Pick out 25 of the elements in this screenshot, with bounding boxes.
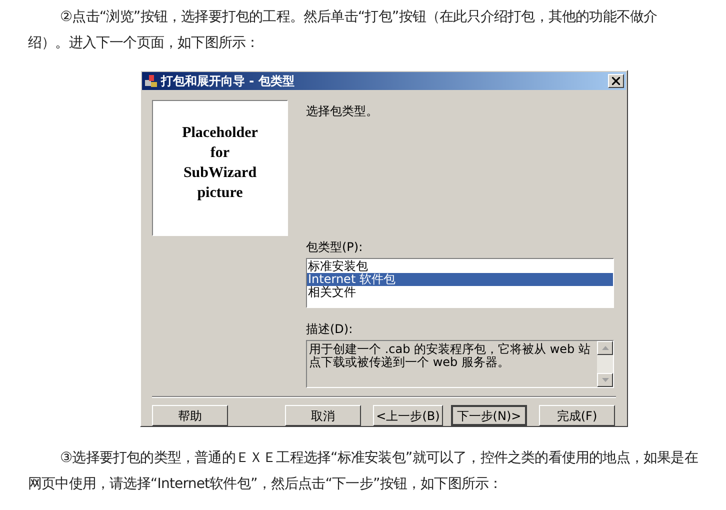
instruction-paragraph: ②点击“浏览”按钮，选择要打包的工程。然后单击“打包”按钮（在此只介绍打包，其他的功能不做介 绍）。进入下一个页面，如下图所示： [27, 8, 658, 53]
window-title: 打包和展开向导 - 包类型 [161, 73, 294, 90]
placeholder-text: picture [197, 184, 243, 203]
list-item[interactable]: Internet 软件包 [307, 273, 613, 286]
instruction-paragraph: ③选择要打包的类型，普通的ＥＸＥ工程选择“标准安装包”就可以了，控件之类的看使用的地点，如果是在 网页中使用，请选择“Internet软件包”，然后点击“下一步”按钮，如下图所示： [27, 449, 699, 494]
close-icon [612, 77, 620, 85]
description-label: 描述(D): [306, 321, 354, 338]
dialog-button[interactable]: 取消 [285, 405, 361, 426]
scroll-down-icon[interactable] [597, 373, 613, 387]
scroll-up-icon[interactable] [597, 341, 613, 355]
package-icon [144, 74, 158, 88]
scrollbar[interactable] [597, 341, 613, 387]
list-item[interactable]: 标准安装包 [307, 260, 613, 273]
dialog-button[interactable]: 帮助 [152, 405, 228, 426]
description-text: 用于创建一个 .cab 的安装程序包，它将被从 web 站点下载或被传递到一个 web 服务器。 [308, 341, 592, 371]
list-label: 包类型(P): [306, 239, 364, 256]
dialog-button[interactable]: <上一步(B) [373, 405, 443, 426]
close-button[interactable] [608, 74, 624, 88]
list-item[interactable]: 相关文件 [307, 286, 613, 299]
dialog-button[interactable]: 完成(F) [539, 405, 615, 426]
prompt-text: 选择包类型。 [306, 103, 379, 120]
placeholder-text: for [210, 144, 230, 163]
dialog-button[interactable]: 下一步(N)> [451, 405, 527, 426]
placeholder-text: SubWizard [183, 164, 257, 183]
placeholder-text: Placeholder [182, 124, 258, 143]
